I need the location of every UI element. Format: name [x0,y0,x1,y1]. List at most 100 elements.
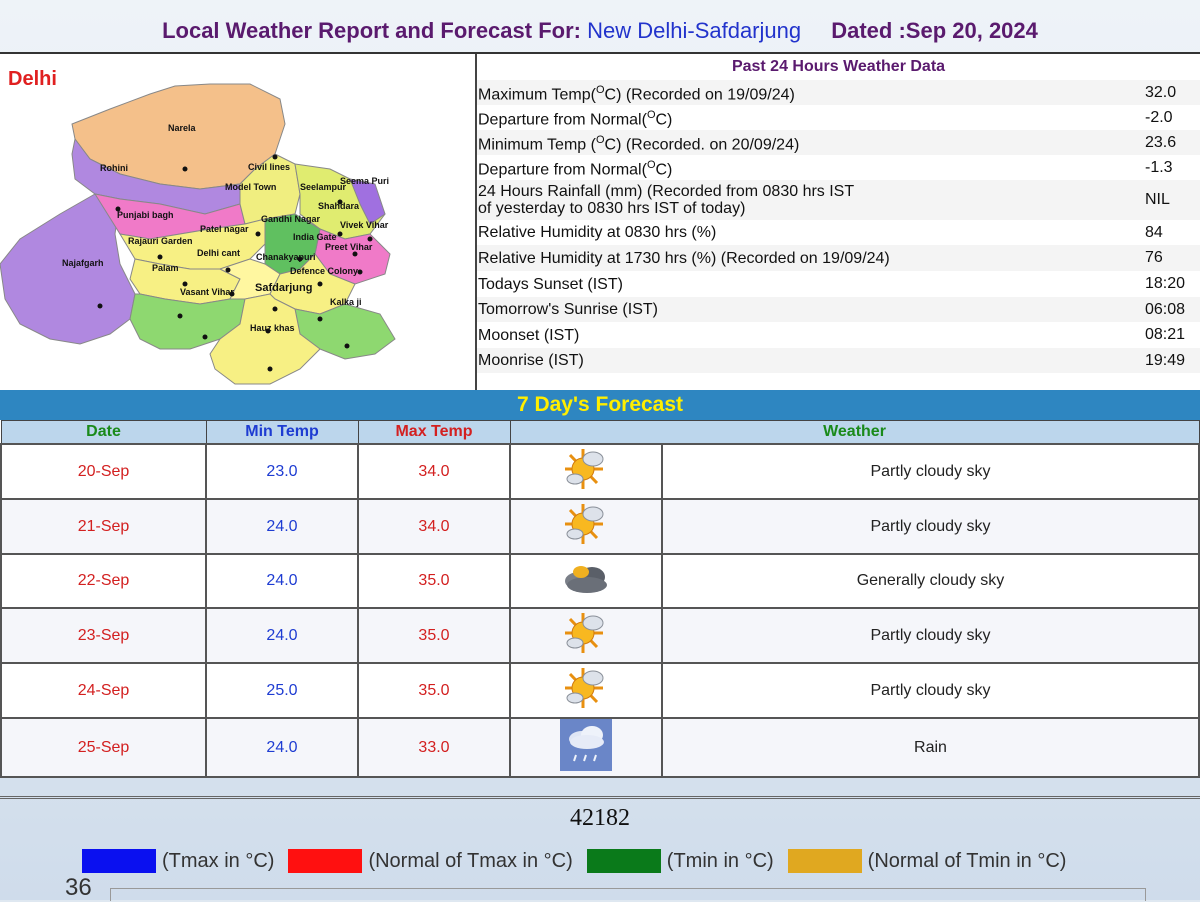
partly-cloudy-icon [563,500,609,553]
page-number: 36 [65,874,92,901]
past-24-row: Relative Humidity at 0830 hrs (%) 84 [477,220,1200,245]
col-header-max-temp: Max Temp [357,420,511,445]
legend-label: (Normal of Tmin in °C) [867,849,1067,872]
forecast-body: 20-Sep 23.0 34.0 Partly cloudy sky 21-Sep 24.… [0,443,1200,778]
past-24-row: Todays Sunset (IST) 18:20 [477,271,1200,297]
map-label: Punjabi bagh [117,210,174,220]
map-label: Safdarjung [255,282,312,294]
report-title: Local Weather Report and Forecast For: N… [0,18,1200,52]
forecast-date: 20-Sep [0,443,207,500]
chart-legend: (Tmax in °C) (Normal of Tmax in °C) (Tmin … [82,849,1080,873]
report-date: Dated :Sep 20, 2024 [831,18,1038,43]
legend-swatch [288,849,363,873]
forecast-date: 24-Sep [0,662,207,719]
map-label: Rohini [100,163,128,173]
map-label: Vivek Vihar [340,220,389,230]
map-label: Delhi cant [197,248,240,258]
forecast-icon-cell [509,443,663,500]
forecast-min-temp: 24.0 [205,607,359,664]
forecast-min-temp: 24.0 [205,553,359,609]
station-name: New Delhi-Safdarjung [587,18,802,43]
past-24-label: Minimum Temp (OC) (Recorded. on 20/09/24… [478,133,800,154]
legend-swatch [787,849,862,873]
past-24-label: Moonset (IST) [478,326,580,344]
forecast-min-temp: 23.0 [205,443,359,500]
forecast-max-temp: 35.0 [357,553,511,609]
past-24-label: Todays Sunset (IST) [478,275,623,293]
legend-item: (Tmin in °C) [586,849,774,873]
forecast-icon-cell [509,717,663,778]
past-24-title: Past 24 Hours Weather Data [477,54,1200,80]
map-label: Shahdara [318,201,360,211]
past-24-label: Departure from Normal(OC) [478,108,673,129]
rain-icon [560,719,612,776]
forecast-max-temp: 34.0 [357,443,511,500]
forecast-max-temp: 35.0 [357,607,511,664]
forecast-weather: Partly cloudy sky [661,662,1200,719]
map-label: Narela [168,123,197,133]
past-24-value: 23.6 [1145,133,1177,151]
past-24-value: 32.0 [1145,83,1177,101]
forecast-icon-cell [509,553,663,609]
past-24-rows: Maximum Temp(OC) (Recorded on 19/09/24) 3… [477,80,1200,373]
map-label: Chanakyapuri [256,252,316,262]
past-24-label: Relative Humidity at 1730 hrs (%) (Recor… [478,249,890,267]
forecast-weather: Partly cloudy sky [661,607,1200,664]
legend-swatch [586,849,661,873]
cloudy-icon [559,559,613,604]
forecast-max-temp: 34.0 [357,498,511,555]
past-24-value: 18:20 [1145,275,1186,292]
map-label: Rajauri Garden [128,236,193,246]
top-section: Delhi Narela Rohini Civil lines Model To… [0,52,1200,392]
past-24-value: -1.3 [1145,158,1173,176]
forecast-row: 21-Sep 24.0 34.0 Partly cloudy sky [0,498,1200,555]
forecast-table: Date Min Temp Max Temp Weather 20-Sep 23.… [0,420,1200,778]
seven-day-forecast: 7 Day's Forecast Date Min Temp Max Temp … [0,390,1200,778]
map-label: Seema Puri [340,176,389,186]
map-label: Vasant Vihar [180,287,234,297]
forecast-date: 22-Sep [0,553,207,609]
delhi-district-map: Delhi Narela Rohini Civil lines Model To… [0,54,477,390]
past-24-row: 24 Hours Rainfall (mm) (Recorded from 08… [477,180,1200,220]
past-24-label: Moonrise (IST) [478,352,584,369]
past-24-hours-panel: Past 24 Hours Weather Data Maximum Temp(… [477,54,1200,390]
partly-cloudy-icon [563,609,609,662]
past-24-row: Tomorrow's Sunrise (IST) 06:08 [477,297,1200,322]
past-24-label: 24 Hours Rainfall (mm) (Recorded from 08… [478,183,855,217]
past-24-value: -2.0 [1145,108,1173,126]
forecast-max-temp: 33.0 [357,717,511,778]
past-24-value: NIL [1145,191,1170,208]
legend-swatch [82,849,156,873]
map-label: Patel nagar [200,224,249,234]
title-prefix: Local Weather Report and Forecast For: [162,18,581,43]
past-24-row: Departure from Normal(OC) -1.3 [477,155,1200,180]
forecast-header-row: Date Min Temp Max Temp Weather [0,420,1200,445]
forecast-icon-cell [509,498,663,555]
forecast-weather: Rain [661,717,1200,778]
forecast-row: 25-Sep 24.0 33.0 Rain [0,717,1200,778]
forecast-title: 7 Day's Forecast [0,390,1200,420]
forecast-date: 25-Sep [0,717,207,778]
map-title: Delhi [8,68,57,90]
past-24-row: Relative Humidity at 1730 hrs (%) (Recor… [477,245,1200,271]
legend-item: (Tmax in °C) [82,849,274,873]
col-header-weather: Weather [509,420,1200,445]
past-24-label: Departure from Normal(OC) [478,158,673,179]
past-24-row: Maximum Temp(OC) (Recorded on 19/09/24) 3… [477,80,1200,105]
forecast-max-temp: 35.0 [357,662,511,719]
forecast-row: 24-Sep 25.0 35.0 Partly cloudy sky [0,662,1200,719]
map-label: Palam [152,263,179,273]
forecast-min-temp: 24.0 [205,498,359,555]
past-24-value: 84 [1145,223,1163,241]
chart-frame-top [110,888,1146,901]
map-label: India Gate [293,232,337,242]
past-24-value: 08:21 [1145,326,1186,343]
forecast-icon-cell [509,662,663,719]
divider [0,796,1200,799]
legend-label: (Tmin in °C) [666,849,774,872]
forecast-row: 20-Sep 23.0 34.0 Partly cloudy sky [0,443,1200,500]
forecast-min-temp: 24.0 [205,717,359,778]
past-24-row: Minimum Temp (OC) (Recorded. on 20/09/24… [477,130,1200,155]
past-24-row: Moonset (IST) 08:21 [477,322,1200,348]
legend-item: (Normal of Tmax in °C) [288,849,573,873]
